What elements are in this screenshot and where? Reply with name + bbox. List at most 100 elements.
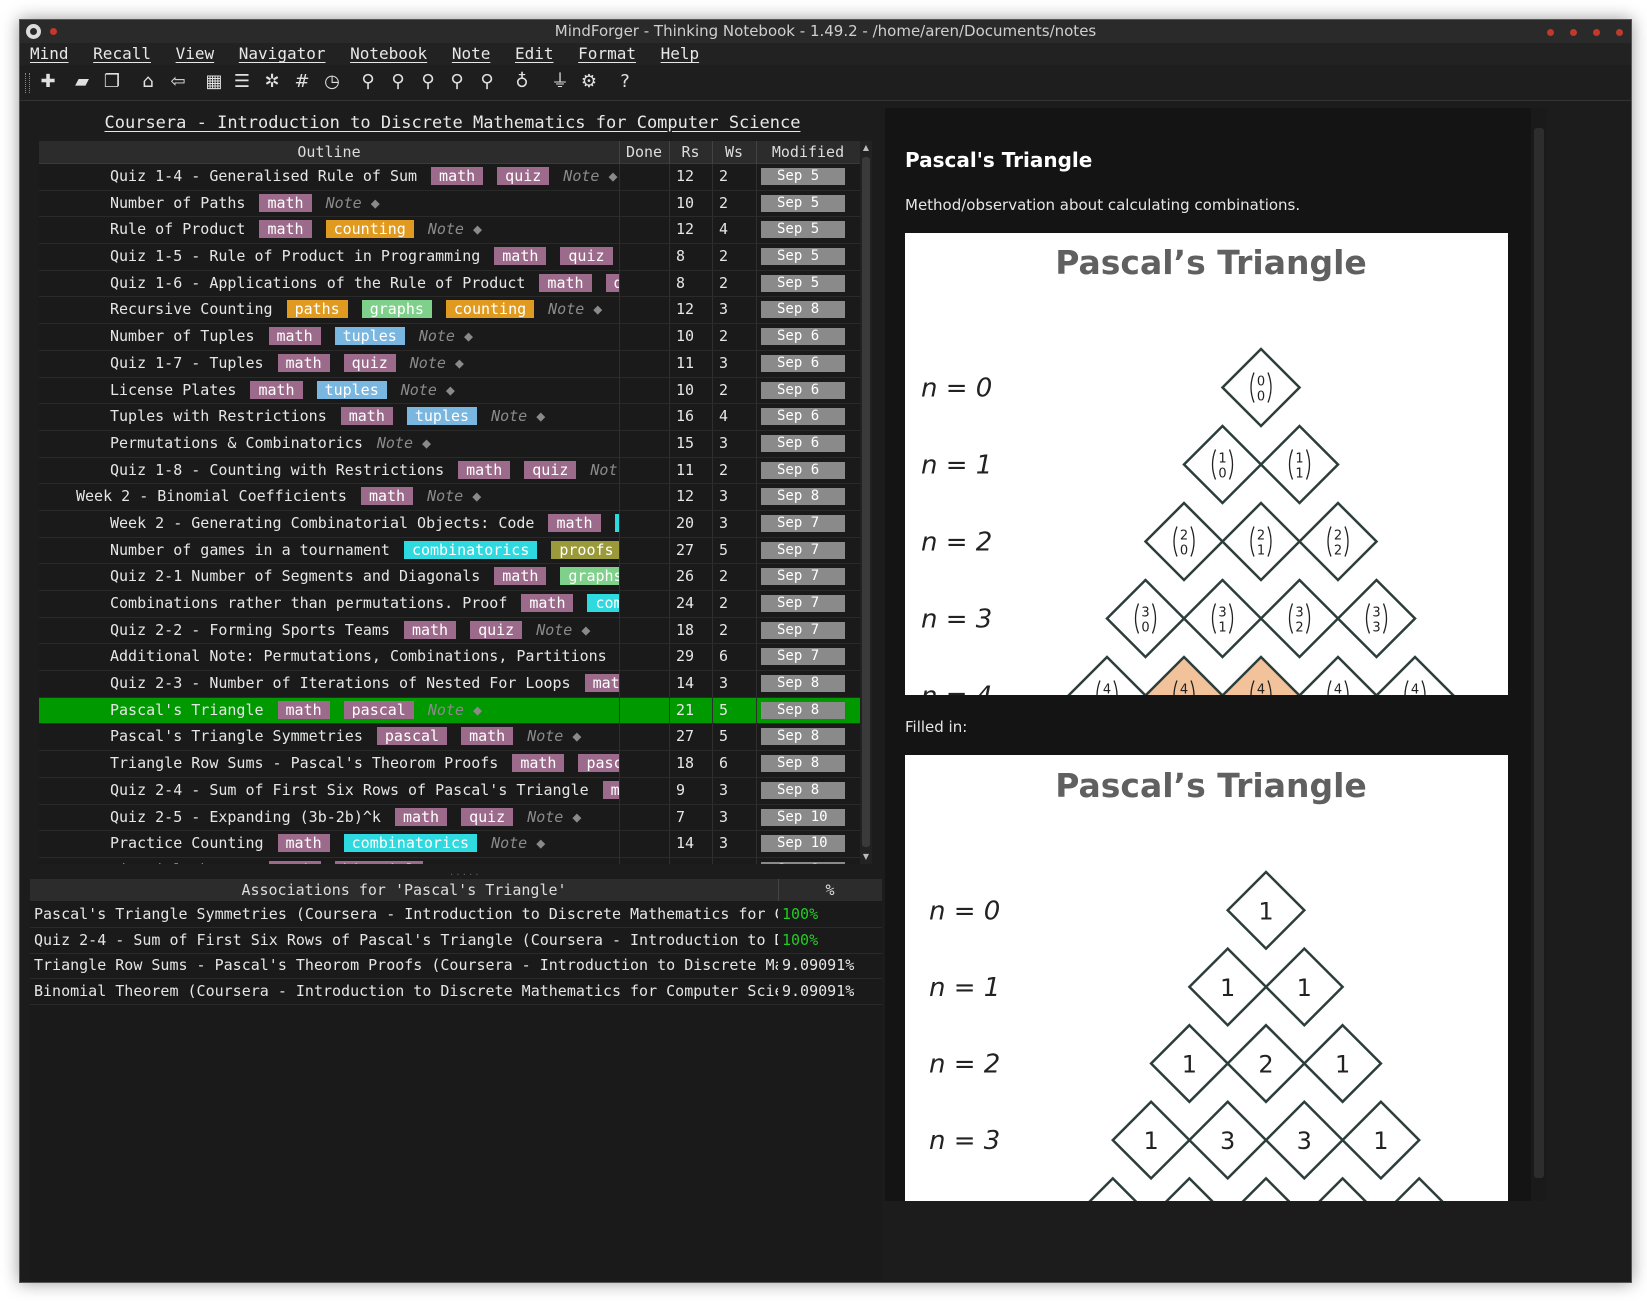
close-icon[interactable] xyxy=(1616,29,1623,36)
outline-row[interactable]: Binomial Theorem math binomial Note ◆ 136 Sep… xyxy=(39,857,860,864)
tag-badge[interactable]: math xyxy=(250,380,303,399)
grid-icon[interactable]: ▦ xyxy=(202,70,226,94)
tag-badge[interactable]: math xyxy=(277,353,330,372)
association-row[interactable]: Triangle Row Sums - Pascal's Theorom Pro… xyxy=(30,953,882,980)
tag-badge[interactable]: math xyxy=(277,700,330,719)
tag-badge[interactable]: pascal xyxy=(343,700,414,719)
outline-row[interactable]: Additional Note: Permutations, Combinati… xyxy=(39,644,860,672)
outline-row[interactable]: Number of Paths math Note ◆ 10 2 Sep 5 xyxy=(39,190,860,218)
outline-row[interactable]: Quiz 2-3 - Number of Iterations of Neste… xyxy=(39,671,860,698)
tag-badge[interactable]: graphs xyxy=(361,300,432,319)
associations-pct-header[interactable]: % xyxy=(778,879,882,901)
tag-badge[interactable]: quiz xyxy=(497,167,550,185)
tag-badge[interactable]: graphs xyxy=(560,567,619,586)
outline-cell[interactable]: Week 2 - Generating Combinatorial Object… xyxy=(39,511,619,537)
tag-badge[interactable]: tuples xyxy=(316,380,387,399)
tag-badge[interactable]: proofs xyxy=(551,540,619,559)
outline-row[interactable]: Quiz 2-1 Number of Segments and Diagonal… xyxy=(39,564,860,591)
outline-cell[interactable]: Number of Tuples math tuples Note ◆ xyxy=(39,324,619,350)
outline-cell[interactable]: Binomial Theorem math binomial Note ◆ xyxy=(39,858,619,864)
outline-cell[interactable]: Practice Counting math combinatorics Note ◆ xyxy=(39,831,619,857)
col-done[interactable]: Done xyxy=(619,141,670,163)
outline-cell[interactable]: Number of Paths math Note ◆ xyxy=(39,191,619,217)
tag-badge[interactable]: math xyxy=(360,487,414,506)
scroll-down-icon[interactable]: ▼ xyxy=(861,852,871,862)
search-regex-icon[interactable]: ⚲ xyxy=(445,70,469,94)
outline-row[interactable]: Quiz 1-7 - Tuples math quiz Note ◆ 11 3 Sep 6 xyxy=(39,350,860,378)
pin-icon[interactable] xyxy=(50,28,57,35)
outline-row[interactable]: Quiz 1-6 - Applications of the Rule of P… xyxy=(39,270,860,298)
filter-icon[interactable]: ⏚ xyxy=(548,70,572,94)
tag-badge[interactable]: quiz xyxy=(524,460,577,479)
outline-row[interactable]: Quiz 1-8 - Counting with Restrictions mat… xyxy=(39,457,860,485)
hash-icon[interactable]: # xyxy=(290,70,314,94)
search-tag-icon[interactable]: ⚲ xyxy=(475,70,499,94)
back-icon[interactable]: ⇦ xyxy=(166,70,190,94)
association-row[interactable]: Binomial Theorem (Coursera - Introductio… xyxy=(30,979,882,1006)
tag-badge[interactable]: math xyxy=(494,247,547,266)
tag-badge[interactable]: math xyxy=(494,567,547,586)
tag-badge[interactable]: math xyxy=(268,327,321,346)
tag-badge[interactable]: math xyxy=(512,754,565,773)
tag-badge[interactable]: binomial xyxy=(334,860,423,864)
outline-cell[interactable]: Triangle Row Sums - Pascal's Theorom Pro… xyxy=(39,751,619,777)
tag-badge[interactable]: math xyxy=(259,220,312,239)
menu-recall[interactable]: Recall xyxy=(93,43,151,65)
tag-badge[interactable]: quiz xyxy=(343,353,396,372)
tag-badge[interactable]: mat xyxy=(602,780,619,799)
outline-cell[interactable]: Pascal's Triangle math pascal Note ◆ xyxy=(39,698,619,724)
outline-row[interactable]: Tuples with Restrictions math tuples Note ◆… xyxy=(39,404,860,431)
tag-badge[interactable]: tuples xyxy=(406,407,478,426)
menu-navigator[interactable]: Navigator xyxy=(239,43,326,65)
outline-cell[interactable]: Quiz 1-8 - Counting with Restrictions mat… xyxy=(39,458,619,484)
outline-row[interactable]: Pascal's Triangle Symmetries pascal math No… xyxy=(39,724,860,752)
outline-row[interactable]: Quiz 2-5 - Expanding (3b-2b)^k math quiz No… xyxy=(39,804,860,832)
col-ws[interactable]: Ws xyxy=(712,141,757,163)
outline-cell[interactable]: Permutations & Combinatorics Note ◆ xyxy=(39,431,619,457)
tag-badge[interactable]: quiz xyxy=(461,807,514,826)
menu-format[interactable]: Format xyxy=(578,43,636,65)
outline-row[interactable]: Week 2 - Binomial Coefficients math Note ◆… xyxy=(39,484,860,511)
outline-cell[interactable]: Quiz 2-3 - Number of Iterations of Neste… xyxy=(39,671,619,697)
menu-view[interactable]: View xyxy=(176,43,215,65)
toolbar-grip[interactable] xyxy=(25,73,30,93)
notebook-title[interactable]: Coursera - Introduction to Discrete Math… xyxy=(20,113,885,133)
outline-cell[interactable]: Quiz 2-1 Number of Segments and Diagonal… xyxy=(39,564,619,590)
list-icon[interactable]: ☰ xyxy=(230,70,254,94)
outline-row[interactable]: Rule of Product math counting Note ◆ 12 4 Sep … xyxy=(39,217,860,245)
col-modified[interactable]: Modified xyxy=(756,141,860,163)
tag-badge[interactable]: paths xyxy=(286,300,348,319)
tag-badge[interactable]: math xyxy=(548,513,601,532)
outline-scrollbar[interactable]: ▲ ▼ xyxy=(860,141,872,864)
tag-badge[interactable]: pasca xyxy=(578,754,619,773)
scroll-up-icon[interactable]: ▲ xyxy=(861,143,871,153)
outline-row[interactable]: Practice Counting math combinatorics Note ◆… xyxy=(39,831,860,858)
tag-badge[interactable]: math xyxy=(461,727,514,746)
col-outline[interactable]: Outline xyxy=(39,141,620,163)
maximize-icon[interactable] xyxy=(1593,29,1600,36)
menu-notebook[interactable]: Notebook xyxy=(350,43,427,65)
tag-badge[interactable]: math xyxy=(431,167,484,185)
tag-badge[interactable]: counting xyxy=(325,220,414,239)
clock-icon[interactable]: ◷ xyxy=(320,70,344,94)
help-icon[interactable]: ? xyxy=(613,70,637,94)
tag-badge[interactable]: pascal xyxy=(376,727,448,746)
open-icon[interactable]: ▰ xyxy=(70,70,94,94)
menu-help[interactable]: Help xyxy=(661,43,700,65)
outline-cell[interactable]: Quiz 1-6 - Applications of the Rule of P… xyxy=(39,271,619,297)
tag-badge[interactable]: math xyxy=(584,674,619,693)
outline-row[interactable]: License Plates math tuples Note ◆ 10 2 Sep 6 xyxy=(39,377,860,405)
graph-icon[interactable]: ✲ xyxy=(260,70,284,94)
outline-cell[interactable]: Recursive Counting paths graphs counting Not… xyxy=(39,297,619,323)
tag-badge[interactable]: math xyxy=(268,860,321,864)
menu-edit[interactable]: Edit xyxy=(515,43,554,65)
home-icon[interactable]: ⌂ xyxy=(136,70,160,94)
preview-scrollbar[interactable] xyxy=(1531,108,1547,1201)
preview-scrollbar-thumb[interactable] xyxy=(1534,128,1544,1178)
tag-badge[interactable]: math xyxy=(521,594,574,612)
tools-icon[interactable]: ⚙ xyxy=(577,70,601,94)
outline-cell[interactable]: Number of games in a tournament combinato… xyxy=(39,538,619,564)
outline-cell[interactable]: Quiz 1-5 - Rule of Product in Programmin… xyxy=(39,244,619,270)
association-row[interactable]: Pascal's Triangle Symmetries (Coursera -… xyxy=(30,902,882,928)
new-icon[interactable]: ✚ xyxy=(36,70,60,94)
